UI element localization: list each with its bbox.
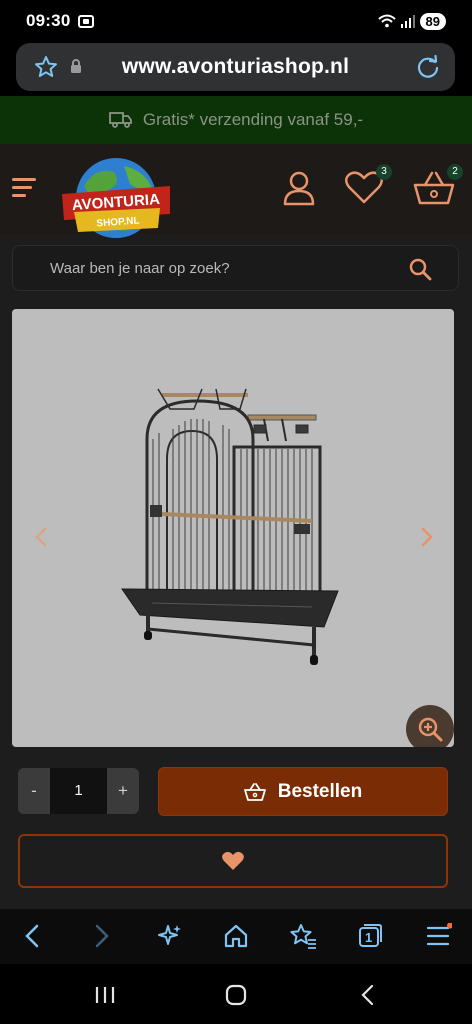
tab-count: 1 xyxy=(365,930,373,945)
zoom-in-icon xyxy=(418,717,443,742)
order-button[interactable]: Bestellen xyxy=(158,767,448,816)
heart-icon xyxy=(222,851,244,870)
wishlist-count-badge: 3 xyxy=(376,164,392,180)
quantity-stepper: - 1 + xyxy=(18,768,139,814)
reload-icon[interactable] xyxy=(415,54,441,80)
search-input[interactable] xyxy=(13,246,458,290)
system-navigation-bar xyxy=(0,964,472,1024)
quantity-value[interactable]: 1 xyxy=(50,768,107,814)
bookmark-star-icon[interactable] xyxy=(289,923,317,949)
menu-icon[interactable] xyxy=(426,923,452,949)
url-text[interactable]: www.avonturiashop.nl xyxy=(16,55,455,79)
search-icon[interactable] xyxy=(408,257,432,281)
status-bar: 09:30 89 xyxy=(0,0,472,42)
wifi-icon xyxy=(377,14,396,28)
back-icon[interactable] xyxy=(22,923,42,949)
chevron-right-icon[interactable] xyxy=(420,527,434,547)
user-icon[interactable] xyxy=(282,170,316,206)
site-header: AVONTURIA SHOP.NL 3 2 xyxy=(0,144,472,238)
forward-icon[interactable] xyxy=(92,923,112,949)
hamburger-menu-icon[interactable] xyxy=(12,178,36,202)
sparkle-icon[interactable] xyxy=(156,923,182,949)
wishlist-button[interactable]: 3 xyxy=(344,164,392,209)
signal-icon xyxy=(400,14,415,28)
basket-icon xyxy=(243,782,266,801)
chevron-left-icon[interactable] xyxy=(34,527,48,547)
address-bar[interactable]: www.avonturiashop.nl xyxy=(16,43,455,91)
product-image-bird-cage xyxy=(121,388,339,665)
browser-toolbar: 1 xyxy=(0,909,472,964)
cart-button[interactable]: 2 xyxy=(413,164,463,211)
truck-icon xyxy=(109,112,132,128)
battery-indicator: 89 xyxy=(419,12,446,30)
status-time: 09:30 xyxy=(26,11,71,30)
promo-banner: Gratis* verzending vanaf 59,- xyxy=(0,96,472,144)
quantity-decrease-button[interactable]: - xyxy=(18,768,50,814)
search-bar[interactable] xyxy=(12,245,459,291)
screenshot-icon xyxy=(78,14,95,28)
recent-apps-icon[interactable] xyxy=(94,985,116,1005)
zoom-button[interactable] xyxy=(406,705,454,747)
site-logo[interactable]: AVONTURIA SHOP.NL xyxy=(60,156,172,242)
product-image-gallery[interactable] xyxy=(12,309,454,747)
add-to-wishlist-button[interactable] xyxy=(18,834,448,888)
order-button-label: Bestellen xyxy=(277,780,363,802)
cart-count-badge: 2 xyxy=(447,164,463,180)
home-icon[interactable] xyxy=(223,923,249,949)
back-nav-icon[interactable] xyxy=(360,984,376,1006)
status-indicators: 89 xyxy=(377,12,446,30)
promo-text: Gratis* verzending vanaf 59,- xyxy=(142,110,364,129)
tabs-button[interactable]: 1 xyxy=(357,923,383,949)
quantity-increase-button[interactable]: + xyxy=(107,768,139,814)
web-page: Gratis* verzending vanaf 59,- AVONTURIA … xyxy=(0,96,472,909)
home-nav-icon[interactable] xyxy=(225,984,247,1006)
